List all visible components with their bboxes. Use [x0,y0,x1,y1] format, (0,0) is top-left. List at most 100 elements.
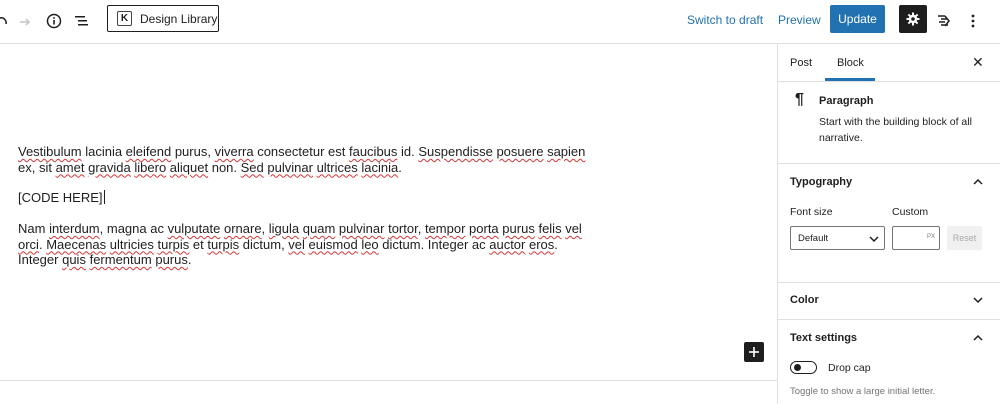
drop-cap-label: Drop cap [828,362,871,374]
chevron-down-icon [869,236,879,243]
text-span: fermentum [89,252,152,268]
editor-footer [0,380,777,405]
tab-post[interactable]: Post [790,57,812,69]
text-span: leo [361,236,379,252]
unit-label: PX [926,234,935,240]
text-span: turpis [157,236,190,252]
text-span: . [187,252,192,268]
text-span: lacinia [81,144,126,159]
text-span: quis [62,252,86,268]
editor-canvas[interactable]: Vestibulum lacinia eleifend purus, viver… [0,44,777,380]
settings-button[interactable] [899,5,927,33]
close-icon[interactable]: ✕ [972,54,984,71]
text-span: turpis [207,236,240,252]
text-span: purus, [171,144,215,159]
editor-toolbar: K Design Library Switch to draft Preview… [0,0,1000,44]
preview-button[interactable]: Preview [778,13,821,27]
design-library-button[interactable]: K Design Library [107,5,219,32]
chevron-up-icon[interactable] [973,333,983,343]
custom-size-label: Custom [892,206,929,218]
text-span: vulputate [167,221,221,236]
text-span: Sed [240,159,264,175]
text-span: eros [529,236,555,252]
text-span: aliquet [169,159,209,175]
drop-cap-toggle[interactable] [790,361,817,374]
switch-to-draft-button[interactable]: Switch to draft [687,13,763,27]
paragraph-line: Integer quis fermentum purus. [18,252,618,268]
text-span: vel [565,221,582,236]
code-placeholder-block[interactable]: [CODE HERE] [18,190,618,206]
text-span: consectetur est [253,144,349,159]
block-card: ¶ Paragraph Start with the building bloc… [778,82,1000,164]
text-span: lacinia [361,159,399,175]
text-span: tempor [424,221,466,236]
custom-font-size-input[interactable]: PX [892,226,940,250]
paragraph-block[interactable]: Vestibulum lacinia eleifend purus, viver… [18,144,618,175]
text-span: Integer [18,252,63,268]
tab-block[interactable]: Block [837,57,864,69]
redo-icon[interactable] [12,8,38,34]
chevron-up-icon[interactable] [973,177,983,187]
text-span: viverra [214,144,254,159]
add-block-button[interactable] [744,342,764,362]
font-size-value: Default [798,232,829,244]
text-span: euismod [308,236,358,252]
design-library-label: Design Library [140,11,218,26]
list-view-icon[interactable] [69,8,95,34]
text-span: dictum, [239,236,289,252]
info-icon[interactable] [41,8,67,34]
divider [778,282,1000,283]
paragraph-block[interactable]: Nam interdum, magna ac vulputate ornare,… [18,221,618,268]
sidebar-tabs: Post Block ✕ [778,44,1000,82]
text-span: ligula [268,221,300,236]
text-span: Suspendisse [418,144,493,159]
paragraph-line: Nam interdum, magna ac vulputate ornare,… [18,221,618,237]
text-span: Maecenas [46,236,107,252]
design-library-logo-icon: K [117,11,132,26]
text-span: ultricies [109,236,154,252]
font-size-label: Font size [790,206,833,218]
text-span: , [261,221,269,236]
text-caret [103,190,105,204]
text-span: dictum. Integer ac [378,236,490,252]
settings-sidebar: Post Block ✕ ¶ Paragraph Start with the … [777,44,1000,404]
text-span: purus [502,221,535,236]
plus-icon [749,347,759,357]
update-button[interactable]: Update [830,5,885,33]
text-span: posuere [496,144,544,159]
text-span: et [189,236,208,252]
toggle-knob [794,364,801,371]
text-span: vel [288,236,305,252]
color-panel-title[interactable]: Color [790,294,819,306]
gear-icon [906,12,920,26]
chevron-down-icon[interactable] [973,295,983,305]
text-span: quam [302,221,336,236]
more-options-icon[interactable] [960,8,986,34]
text-span: eleifend [125,144,172,159]
text-span: interdum [49,221,100,236]
font-size-select[interactable]: Default [790,226,885,250]
paragraph-line: orci. Maecenas ultricies turpis et turpi… [18,237,618,253]
text-span: porta [469,221,499,236]
text-span: ultrices [316,159,358,175]
code-placeholder-text: [CODE HERE] [18,190,103,205]
text-span: . [398,159,402,175]
text-span: sapien [547,144,586,159]
text-span: , [417,221,425,236]
text-span: libero [134,159,167,175]
paragraph-line: Vestibulum lacinia eleifend purus, viver… [18,144,618,160]
text-span: non. [208,159,241,175]
reset-button[interactable]: Reset [947,226,982,250]
text-span: gravida [88,159,131,175]
text-settings-panel-title[interactable]: Text settings [790,332,857,344]
plugin-icon[interactable] [931,8,957,34]
paragraph-line: ex, sit amet gravida libero aliquet non.… [18,160,618,176]
block-description: Start with the building block of all nar… [819,116,972,144]
text-span: . [554,236,558,252]
active-tab-indicator [825,78,875,81]
text-span: amet [55,159,85,175]
text-span: faucibus [348,144,398,159]
text-span: , magna ac [99,221,168,236]
typography-panel-title[interactable]: Typography [790,176,852,188]
text-span: felis [538,221,562,236]
